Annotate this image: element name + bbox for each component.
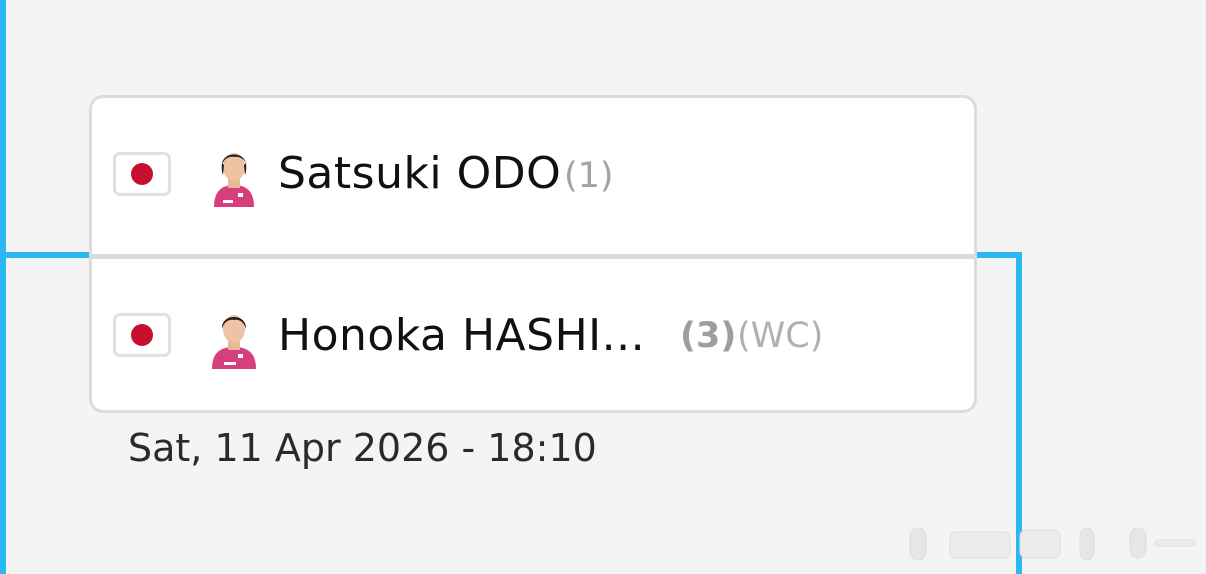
player-name[interactable]: Honoka HASHI... bbox=[278, 310, 645, 361]
bracket-connector-line bbox=[0, 0, 6, 258]
match-datetime: Sat, 11 Apr 2026 - 18:10 bbox=[128, 426, 597, 470]
japan-flag-icon bbox=[113, 313, 171, 357]
watermark-logo bbox=[909, 527, 1196, 561]
player-photo-icon bbox=[214, 153, 254, 207]
japan-flag-icon bbox=[113, 152, 171, 196]
player-name[interactable]: Satsuki ODO bbox=[278, 148, 561, 199]
bracket-connector-line bbox=[0, 258, 6, 574]
player-row-2[interactable]: Honoka HASHI... (3) (WC) bbox=[92, 258, 974, 410]
wildcard-badge: (WC) bbox=[737, 316, 824, 356]
match-card[interactable]: Satsuki ODO (1) Honoka HASHI... (3) (WC) bbox=[89, 95, 977, 413]
player-photo-icon bbox=[212, 315, 256, 369]
player-row-1[interactable]: Satsuki ODO (1) bbox=[92, 98, 974, 255]
player-seed: (1) bbox=[564, 156, 614, 196]
player-seed: (3) bbox=[680, 316, 737, 356]
